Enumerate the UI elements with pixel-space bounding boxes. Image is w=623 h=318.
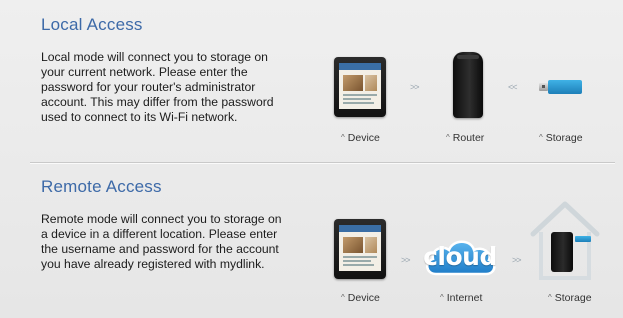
caret-icon: ^	[341, 293, 345, 302]
cloud-label: cloud	[423, 242, 497, 271]
access-mode-panel: Local Access Local mode will connect you…	[0, 0, 623, 318]
local-device-tablet-icon	[334, 57, 386, 117]
cloud-icon: cloud	[422, 236, 498, 278]
local-device-label: ^ Device	[341, 132, 380, 144]
remote-desc-line: Remote mode will connect you to storage …	[41, 212, 282, 226]
caret-icon: ^	[440, 293, 444, 302]
local-access-title: Local Access	[41, 15, 143, 34]
remote-storage-label-text: Storage	[554, 292, 592, 304]
local-access-description: Local mode will connect you to storage o…	[41, 50, 274, 125]
caret-icon: ^	[341, 133, 345, 142]
remote-storage-label: ^ Storage	[548, 292, 592, 304]
usb-storage-icon	[539, 80, 582, 94]
caret-icon: ^	[446, 133, 450, 142]
remote-desc-line: the username and password for the accoun…	[41, 242, 279, 256]
local-router-label: ^ Router	[446, 132, 484, 144]
local-desc-line: account. This may differ from the passwo…	[41, 95, 274, 109]
caret-icon: ^	[539, 133, 543, 142]
remote-arrow-right-icon-2: >>	[512, 255, 521, 265]
remote-internet-label-text: Internet	[446, 292, 483, 304]
caret-icon: ^	[548, 293, 552, 302]
section-divider	[30, 162, 615, 163]
remote-device-label: ^ Device	[341, 292, 380, 304]
remote-access-title: Remote Access	[41, 177, 162, 196]
remote-arrow-right-icon: >>	[401, 255, 410, 265]
remote-desc-line: a device in a different location. Please…	[41, 227, 278, 241]
local-arrow-left-icon: <<	[508, 82, 517, 92]
local-router-label-text: Router	[452, 132, 485, 144]
remote-access-description: Remote mode will connect you to storage …	[41, 212, 282, 272]
local-storage-label-text: Storage	[545, 132, 583, 144]
remote-device-tablet-icon	[334, 219, 386, 279]
local-desc-line: password for your router's administrator	[41, 80, 256, 94]
router-icon	[453, 52, 483, 118]
local-storage-label: ^ Storage	[539, 132, 583, 144]
local-desc-line: your current network. Please enter the	[41, 65, 248, 79]
local-desc-line: used to connect to its Wi-Fi network.	[41, 110, 238, 124]
house-storage-icon	[527, 198, 603, 282]
remote-device-label-text: Device	[347, 292, 380, 304]
local-arrow-right-icon: >>	[410, 82, 419, 92]
remote-desc-line: you have already registered with mydlink…	[41, 257, 265, 271]
local-desc-line: Local mode will connect you to storage o…	[41, 50, 268, 64]
local-device-label-text: Device	[347, 132, 380, 144]
remote-internet-label: ^ Internet	[440, 292, 482, 304]
